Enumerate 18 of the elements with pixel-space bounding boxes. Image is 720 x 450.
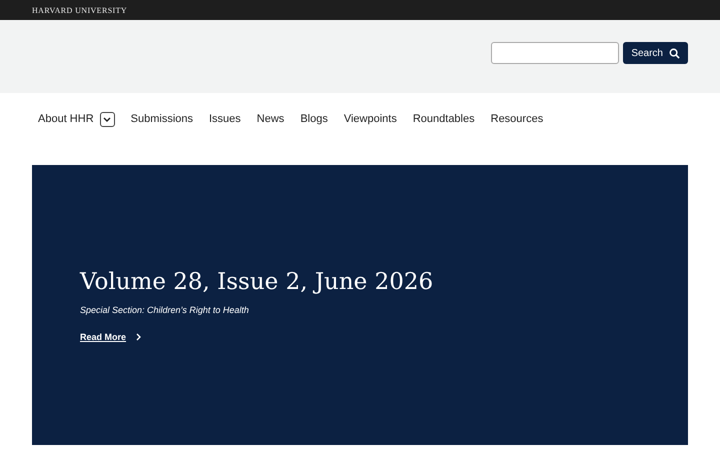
nav-link[interactable]: Issues [209,113,241,125]
search-field[interactable] [491,42,620,64]
chevron-right-icon [136,333,142,341]
dropdown-toggle[interactable] [100,112,115,126]
nav-link[interactable]: Blogs [300,113,328,125]
nav-link[interactable]: Resources [490,113,544,125]
search-icon [669,48,680,58]
hero-subtitle: Special Section: Children’s Right to Health [80,305,250,315]
university-wordmark[interactable]: HARVARD UNIVERSITY [32,6,128,14]
nav-link[interactable]: About HHR [38,113,94,125]
nav-link[interactable]: Submissions [130,113,193,125]
hero-title: Volume 28, Issue 2, June 2026 [80,268,434,297]
chevron-down-icon [103,116,112,122]
nav-link[interactable]: Roundtables [412,113,475,125]
read-more-link[interactable]: Read More [80,332,126,342]
nav-link[interactable]: Viewpoints [344,113,397,125]
nav-link[interactable]: News [256,113,284,125]
search-button[interactable]: Search [623,42,688,64]
